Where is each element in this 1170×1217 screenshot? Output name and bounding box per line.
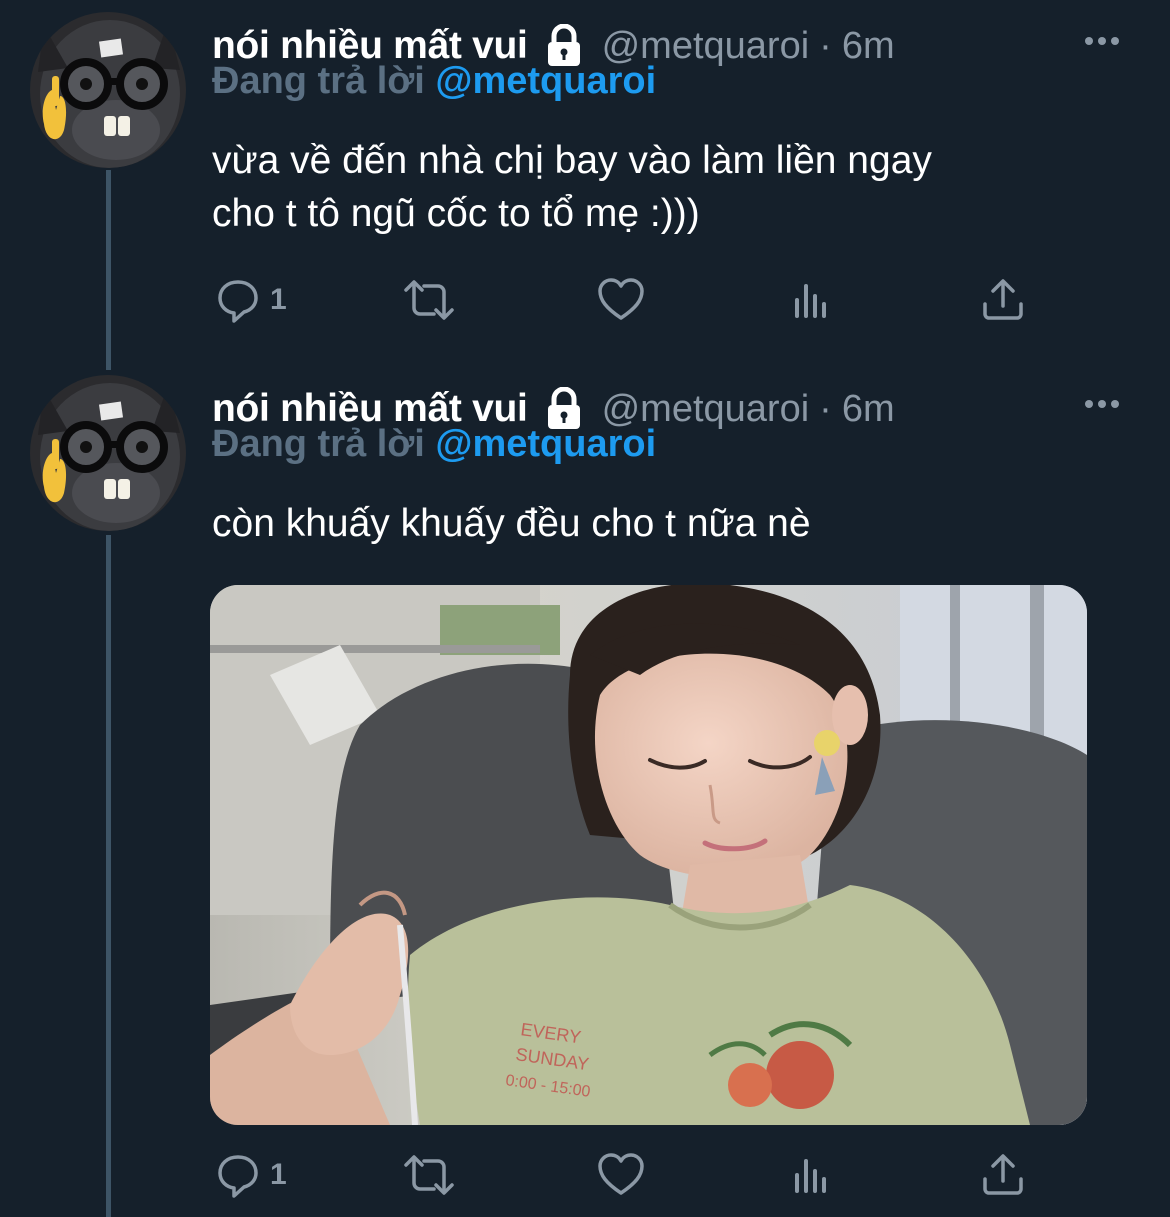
like-button[interactable] bbox=[596, 1145, 646, 1205]
share-icon bbox=[980, 276, 1026, 324]
more-icon[interactable] bbox=[1082, 26, 1122, 56]
separator-dot: · bbox=[819, 24, 832, 67]
reply-count: 1 bbox=[270, 283, 287, 316]
tweet-text: còn khuấy khuấy đều cho t nữa nè bbox=[212, 497, 1112, 550]
more-icon[interactable] bbox=[1082, 389, 1122, 419]
tweet[interactable]: nói nhiều mất vui @metquaroi · 6m Đang t… bbox=[0, 12, 1170, 350]
retweet-icon bbox=[400, 1151, 458, 1199]
replying-to: Đang trả lời @metquaroi bbox=[212, 423, 656, 466]
like-button[interactable] bbox=[596, 270, 646, 330]
analytics-button[interactable] bbox=[792, 1145, 834, 1205]
action-bar: 1 bbox=[212, 270, 1072, 330]
action-bar: 1 bbox=[212, 1145, 1072, 1205]
retweet-button[interactable] bbox=[400, 270, 458, 330]
reply-mention[interactable]: @metquaroi bbox=[435, 60, 656, 102]
reply-prefix: Đang trả lời bbox=[212, 60, 425, 102]
tweet-text-line: cho t tô ngũ cốc to tổ mẹ :))) bbox=[212, 192, 700, 235]
reply-mention[interactable]: @metquaroi bbox=[435, 423, 656, 465]
avatar[interactable] bbox=[30, 375, 186, 531]
timestamp[interactable]: 6m bbox=[842, 25, 895, 68]
timestamp[interactable]: 6m bbox=[842, 388, 895, 431]
share-button[interactable] bbox=[980, 1145, 1026, 1205]
reply-button[interactable]: 1 bbox=[214, 1145, 287, 1205]
like-icon bbox=[596, 1151, 646, 1199]
avatar[interactable] bbox=[30, 12, 186, 168]
share-button[interactable] bbox=[980, 270, 1026, 330]
like-icon bbox=[596, 276, 646, 324]
analytics-icon bbox=[792, 276, 834, 324]
reply-button[interactable]: 1 bbox=[214, 270, 287, 330]
tweet-text-line: vừa về đến nhà chị bay vào làm liền ngay bbox=[212, 139, 932, 182]
analytics-button[interactable] bbox=[792, 270, 834, 330]
tweet-text: vừa về đến nhà chị bay vào làm liền ngay… bbox=[212, 134, 1112, 240]
analytics-icon bbox=[792, 1151, 834, 1199]
tweet-text-line: còn khuấy khuấy đều cho t nữa nè bbox=[212, 502, 811, 545]
reply-prefix: Đang trả lời bbox=[212, 423, 425, 465]
retweet-icon bbox=[400, 276, 458, 324]
reply-icon bbox=[214, 276, 262, 324]
replying-to: Đang trả lời @metquaroi bbox=[212, 60, 656, 103]
reply-icon bbox=[214, 1151, 262, 1199]
share-icon bbox=[980, 1151, 1026, 1199]
reply-count: 1 bbox=[270, 1158, 287, 1191]
retweet-button[interactable] bbox=[400, 1145, 458, 1205]
tweet-media-image[interactable]: EVERY SUNDAY 0:00 - 15:00 bbox=[210, 585, 1087, 1125]
separator-dot: · bbox=[819, 387, 832, 430]
